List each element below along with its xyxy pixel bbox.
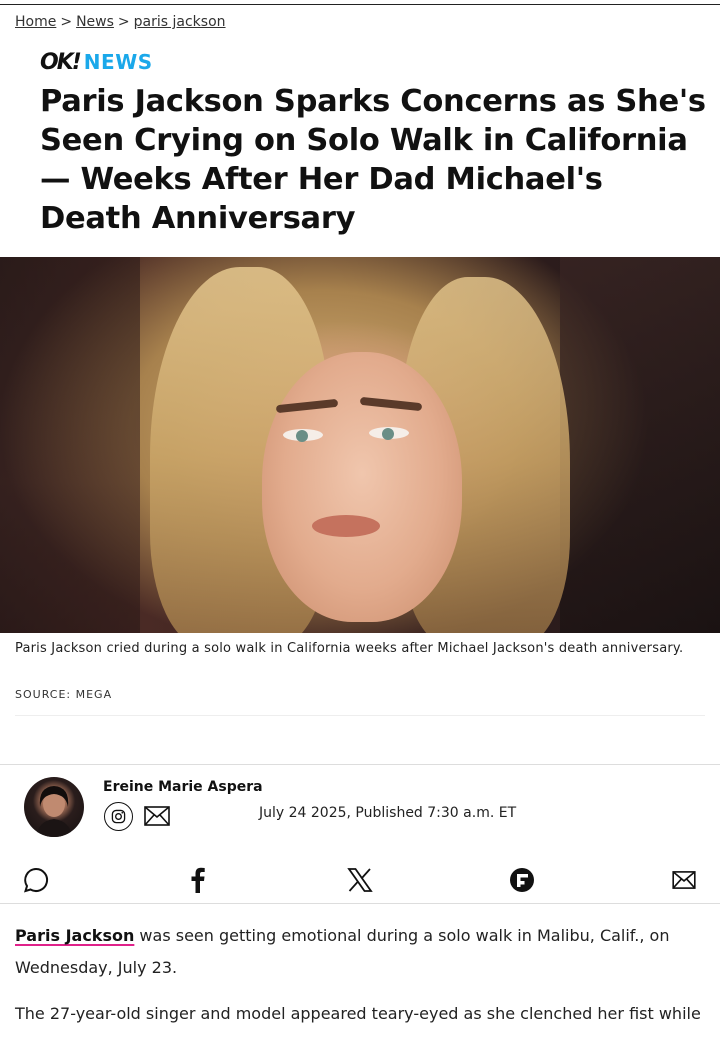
comment-icon[interactable]	[22, 866, 50, 894]
divider	[15, 715, 705, 716]
paragraph: The 27-year-old singer and model appeare…	[15, 1004, 701, 1023]
section-brand[interactable]: OK! NEWS	[40, 50, 153, 75]
facebook-icon[interactable]	[184, 866, 212, 894]
mail-icon[interactable]	[144, 806, 170, 826]
author-name[interactable]: Ereine Marie Aspera	[103, 779, 263, 795]
hero-eye-left	[283, 429, 323, 442]
breadcrumb-separator: >	[60, 14, 73, 30]
hero-eye-right	[369, 427, 409, 440]
article-body: Paris Jackson was seen getting emotional…	[15, 920, 705, 1044]
flipboard-icon[interactable]	[508, 866, 536, 894]
share-bar	[0, 857, 720, 903]
image-source: SOURCE: MEGA	[15, 688, 113, 701]
article-headline: Paris Jackson Sparks Concerns as She's S…	[40, 84, 706, 236]
instagram-icon[interactable]	[104, 802, 133, 831]
hero-face	[262, 352, 462, 622]
breadcrumb: Home > News > paris jackson	[15, 14, 226, 30]
publish-date: July 24 2025, Published 7:30 a.m. ET	[259, 805, 517, 821]
x-icon[interactable]	[346, 866, 374, 894]
image-caption: Paris Jackson cried during a solo walk i…	[15, 641, 684, 656]
divider	[0, 764, 720, 765]
hero-background-right	[560, 257, 720, 633]
paragraph: Paris Jackson was seen getting emotional…	[15, 920, 705, 984]
top-border	[0, 4, 720, 5]
section-label: NEWS	[83, 50, 153, 74]
hero-background-left	[0, 257, 140, 633]
ok-logo: OK!	[40, 50, 82, 75]
breadcrumb-separator: >	[117, 14, 130, 30]
divider	[0, 903, 720, 904]
breadcrumb-current-link[interactable]: paris jackson	[134, 14, 226, 30]
mail-icon[interactable]	[670, 866, 698, 894]
hero-image	[0, 257, 720, 633]
author-avatar[interactable]	[24, 777, 84, 837]
breadcrumb-news-link[interactable]: News	[76, 14, 114, 30]
avatar-portrait	[36, 786, 72, 837]
paris-jackson-link[interactable]: Paris Jackson	[15, 926, 134, 945]
breadcrumb-home-link[interactable]: Home	[15, 14, 56, 30]
hero-lips	[312, 515, 380, 537]
